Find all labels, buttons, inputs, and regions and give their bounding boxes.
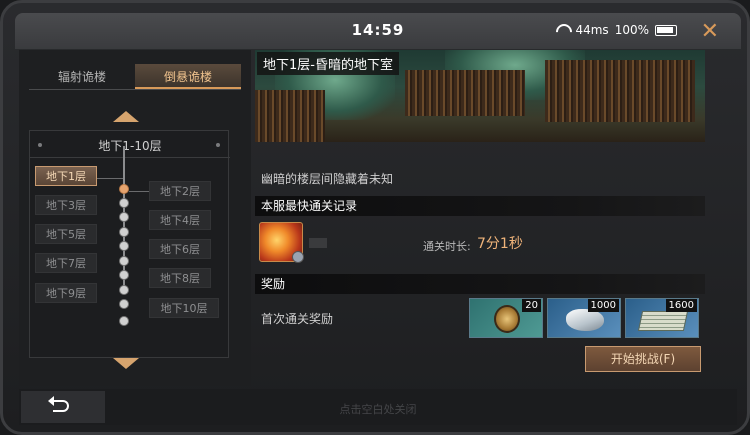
floor-banner-image: 地下1层-昏暗的地下室: [255, 50, 705, 142]
floor-link: [129, 191, 149, 192]
range-dot-right: [216, 143, 220, 147]
clear-time-label: 通关时长:: [423, 240, 471, 253]
close-hint: 点击空白处关闭: [339, 403, 417, 416]
bookshelf: [255, 90, 325, 142]
tab-inverted-tower[interactable]: 倒悬诡楼: [135, 64, 241, 89]
reward-item[interactable]: 1000: [547, 298, 621, 338]
bottom-bar[interactable]: 点击空白处关闭: [19, 389, 737, 425]
floor-title: 地下1层-昏暗的地下室: [257, 52, 399, 75]
floor-node: [119, 198, 129, 208]
floor-link: [97, 178, 123, 179]
scroll-down-arrow-icon[interactable]: [113, 358, 139, 369]
silver-ore-icon: [566, 309, 604, 331]
floor-node: [119, 241, 129, 251]
reward-item[interactable]: 20: [469, 298, 543, 338]
floor-5[interactable]: 地下5层: [35, 224, 97, 244]
floor-description: 幽暗的楼层间隐藏着未知: [261, 172, 394, 186]
game-window: 14:59 44ms 100% ✕ 辐射诡楼 倒悬诡楼 地下1-10层 地下1层…: [0, 0, 750, 435]
floor-node: [119, 316, 129, 326]
start-challenge-button[interactable]: 开始挑战(F): [585, 346, 701, 372]
floor-8[interactable]: 地下8层: [149, 268, 211, 288]
record-header: 本服最快通关记录: [255, 196, 705, 216]
close-icon[interactable]: ✕: [701, 19, 719, 44]
range-divider: [30, 157, 230, 158]
reward-item[interactable]: 1600: [625, 298, 699, 338]
bookshelf: [545, 60, 695, 122]
floor-range-label: 地下1-10层: [98, 139, 162, 153]
scroll-up-arrow-icon[interactable]: [113, 111, 139, 122]
avatar-badge-icon: [292, 251, 304, 263]
floor-3[interactable]: 地下3层: [35, 195, 97, 215]
record-holder-name-hidden: [309, 238, 327, 248]
wifi-icon: [555, 24, 569, 36]
reward-count: 1600: [665, 299, 697, 312]
cash-stack-icon: [637, 311, 689, 331]
reward-header: 奖励: [255, 274, 705, 294]
floor-node: [119, 270, 129, 280]
floor-2[interactable]: 地下2层: [149, 181, 211, 201]
floor-10[interactable]: 地下10层: [149, 298, 219, 318]
floor-1[interactable]: 地下1层: [35, 166, 97, 186]
floor-9[interactable]: 地下9层: [35, 283, 97, 303]
tab-radiation-tower[interactable]: 辐射诡楼: [29, 64, 135, 89]
reward-count: 20: [522, 299, 541, 312]
floor-node: [119, 285, 129, 295]
floor-6[interactable]: 地下6层: [149, 239, 211, 259]
floor-7[interactable]: 地下7层: [35, 253, 97, 273]
floor-node: [119, 212, 129, 222]
record-holder-avatar[interactable]: [259, 222, 304, 263]
floor-node: [119, 256, 129, 266]
bookshelf: [405, 70, 525, 116]
floor-node: [119, 227, 129, 237]
medal-icon: [494, 305, 520, 333]
floor-4[interactable]: 地下4层: [149, 210, 211, 230]
tower-tabs: 辐射诡楼 倒悬诡楼: [29, 64, 241, 90]
status-bar: 14:59 44ms 100% ✕: [15, 13, 741, 49]
reward-count: 1000: [587, 299, 619, 312]
floor-detail-panel: 地下1层-昏暗的地下室 幽暗的楼层间隐藏着未知 本服最快通关记录 通关时长: 7…: [255, 50, 705, 386]
floor-selector-panel: 辐射诡楼 倒悬诡楼 地下1-10层 地下1层 地下3层 地下5层 地下7层 地下…: [19, 50, 251, 386]
floor-node: [119, 299, 129, 309]
floor-node: [119, 184, 129, 194]
clear-time-value: 7分1秒: [477, 236, 523, 252]
system-indicators: 44ms 100%: [555, 23, 677, 37]
battery-icon: [655, 24, 677, 36]
battery-text: 100%: [614, 23, 649, 37]
first-clear-reward-label: 首次通关奖励: [261, 312, 334, 326]
ping-text: 44ms: [575, 23, 609, 37]
